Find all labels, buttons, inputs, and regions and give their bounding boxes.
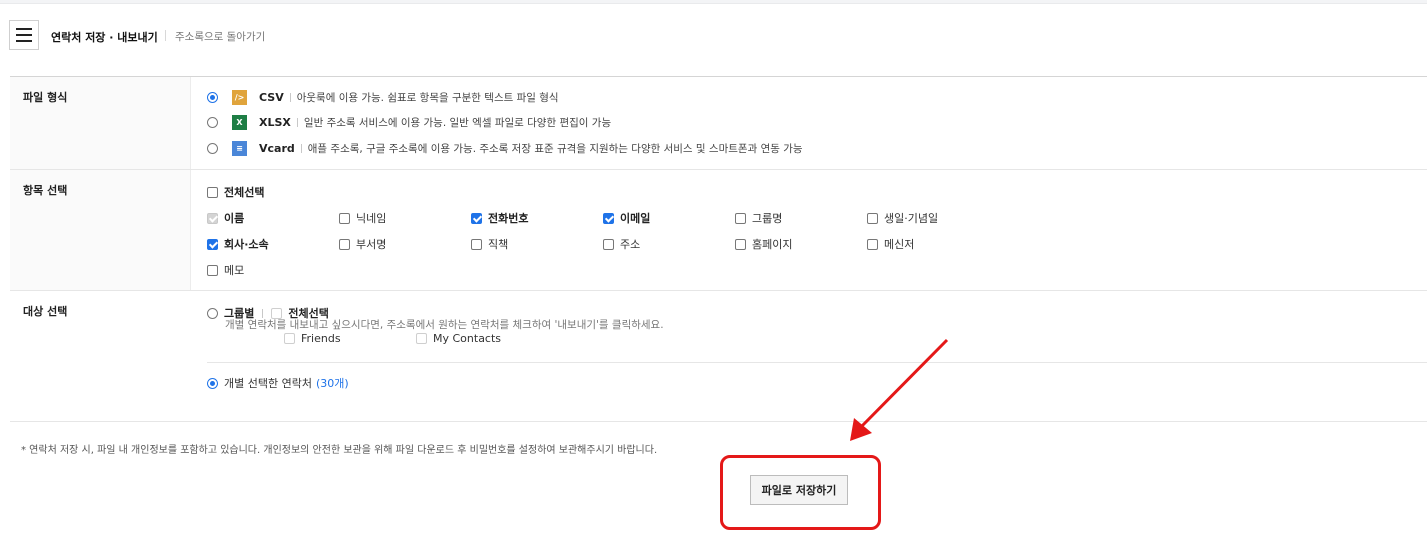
my-contacts-checkbox[interactable]	[416, 333, 427, 344]
vcard-file-icon: ≡	[232, 141, 247, 156]
header-separator	[165, 30, 166, 41]
select-all-checkbox[interactable]	[207, 186, 218, 198]
phone-field-label: 전화번호	[488, 212, 529, 225]
memo-checkbox[interactable]	[207, 264, 218, 276]
field-option-homepage[interactable]: 홈페이지	[735, 236, 792, 252]
homepage-checkbox[interactable]	[735, 238, 746, 250]
department-field-label: 부서명	[356, 238, 387, 251]
format-option-xlsx[interactable]: X XLSX 일반 주소록 서비스에 이용 가능. 일반 엑셀 파일로 다양한 …	[207, 115, 611, 130]
group-field-label: 그룹명	[752, 212, 783, 225]
field-option-messenger[interactable]: 메신저	[867, 236, 914, 252]
target-divider	[207, 362, 1427, 363]
csv-file-icon: />	[232, 90, 247, 105]
file-format-label: 파일 형식	[23, 91, 68, 104]
target-select-row: 대상 선택 그룹별 전체선택 Friends My Contacts 개별 선택…	[10, 291, 1427, 422]
excel-file-icon: X	[232, 115, 247, 130]
individual-label: 개별 선택한 연락처	[224, 377, 312, 390]
field-option-birthday[interactable]: 생일·기념일	[867, 210, 938, 226]
group-checkbox[interactable]	[735, 212, 746, 224]
field-option-position[interactable]: 직책	[471, 236, 508, 252]
company-checkbox[interactable]	[207, 238, 218, 250]
position-field-label: 직책	[488, 238, 509, 251]
xlsx-description: 일반 주소록 서비스에 이용 가능. 일반 엑셀 파일로 다양한 편집이 가능	[303, 117, 612, 129]
field-option-name: 이름	[207, 210, 244, 226]
back-to-addressbook-link[interactable]: 주소록으로 돌아가기	[175, 29, 265, 44]
field-select-row: 항목 선택 전체선택 이름 닉네임 전화번호 이메일 그룹명 생일·기념일 회사…	[10, 170, 1427, 291]
group-option-my-contacts[interactable]: My Contacts	[416, 332, 501, 345]
field-option-address[interactable]: 주소	[603, 236, 640, 252]
individual-count: (30개)	[315, 377, 349, 390]
target-select-label-cell: 대상 선택	[10, 291, 190, 421]
divider-bar	[300, 144, 302, 153]
messenger-checkbox[interactable]	[867, 238, 878, 250]
csv-description: 아웃룩에 이용 가능. 쉼표로 항목을 구분한 텍스트 파일 형식	[296, 92, 559, 104]
format-option-vcard[interactable]: ≡ Vcard 애플 주소록, 구글 주소록에 이용 가능. 주소록 저장 표준…	[207, 141, 803, 156]
field-option-phone[interactable]: 전화번호	[471, 210, 528, 226]
messenger-field-label: 메신저	[884, 238, 915, 251]
field-select-label: 항목 선택	[23, 184, 68, 197]
top-border	[0, 0, 1427, 4]
group-option-friends[interactable]: Friends	[284, 332, 341, 345]
phone-checkbox[interactable]	[471, 212, 482, 224]
memo-field-label: 메모	[224, 264, 245, 277]
file-format-label-cell: 파일 형식	[10, 77, 191, 169]
target-select-label: 대상 선택	[23, 305, 68, 318]
page-header: 연락처 저장 · 내보내기 주소록으로 돌아가기	[0, 20, 700, 52]
xlsx-radio[interactable]	[207, 117, 218, 128]
page-title: 연락처 저장 · 내보내기	[51, 31, 158, 44]
field-option-company[interactable]: 회사·소속	[207, 236, 269, 252]
individual-help-text: 개별 연락처를 내보내고 싶으시다면, 주소록에서 원하는 연락처를 체크하여 …	[225, 319, 664, 331]
field-select-label-cell: 항목 선택	[10, 170, 191, 290]
divider-bar	[296, 118, 298, 127]
position-checkbox[interactable]	[471, 238, 482, 250]
my-contacts-label: My Contacts	[433, 332, 502, 345]
select-all-label: 전체선택	[224, 186, 265, 199]
birthday-checkbox[interactable]	[867, 212, 878, 224]
field-option-email[interactable]: 이메일	[603, 210, 650, 226]
nickname-checkbox[interactable]	[339, 212, 350, 224]
address-field-label: 주소	[620, 238, 641, 251]
address-checkbox[interactable]	[603, 238, 614, 250]
field-option-department[interactable]: 부서명	[339, 236, 386, 252]
field-option-memo[interactable]: 메모	[207, 262, 244, 278]
birthday-field-label: 생일·기념일	[884, 212, 939, 225]
email-field-label: 이메일	[620, 212, 651, 225]
homepage-field-label: 홈페이지	[752, 238, 793, 251]
name-field-label: 이름	[224, 212, 245, 225]
nickname-field-label: 닉네임	[356, 212, 387, 225]
field-option-group[interactable]: 그룹명	[735, 210, 782, 226]
vcard-description: 애플 주소록, 구글 주소록에 이용 가능. 주소록 저장 표준 규격을 지원하…	[307, 143, 803, 155]
format-option-csv[interactable]: /> CSV 아웃룩에 이용 가능. 쉼표로 항목을 구분한 텍스트 파일 형식	[207, 90, 559, 105]
save-to-file-button[interactable]: 파일로 저장하기	[750, 475, 848, 505]
field-option-nickname[interactable]: 닉네임	[339, 210, 386, 226]
friends-label: Friends	[301, 332, 341, 345]
individual-radio[interactable]	[207, 377, 218, 389]
file-format-row: 파일 형식 /> CSV 아웃룩에 이용 가능. 쉼표로 항목을 구분한 텍스트…	[10, 77, 1427, 170]
email-checkbox[interactable]	[603, 212, 614, 224]
by-group-radio[interactable]	[207, 307, 218, 319]
target-individual[interactable]: 개별 선택한 연락처 (30개)	[207, 375, 349, 391]
department-checkbox[interactable]	[339, 238, 350, 250]
friends-checkbox[interactable]	[284, 333, 295, 344]
csv-label: CSV	[259, 91, 284, 104]
name-checkbox	[207, 212, 218, 224]
export-form: 파일 형식 /> CSV 아웃룩에 이용 가능. 쉼표로 항목을 구분한 텍스트…	[10, 76, 1427, 422]
privacy-notice: * 연락처 저장 시, 파일 내 개인정보를 포함하고 있습니다. 개인정보의 …	[21, 445, 658, 456]
vcard-label: Vcard	[259, 142, 295, 155]
xlsx-label: XLSX	[259, 116, 291, 129]
divider-bar	[289, 93, 291, 102]
company-field-label: 회사·소속	[224, 238, 269, 251]
vcard-radio[interactable]	[207, 143, 218, 154]
hamburger-menu-icon[interactable]	[9, 20, 39, 50]
field-select-all[interactable]: 전체선택	[207, 184, 264, 200]
csv-radio[interactable]	[207, 92, 218, 103]
